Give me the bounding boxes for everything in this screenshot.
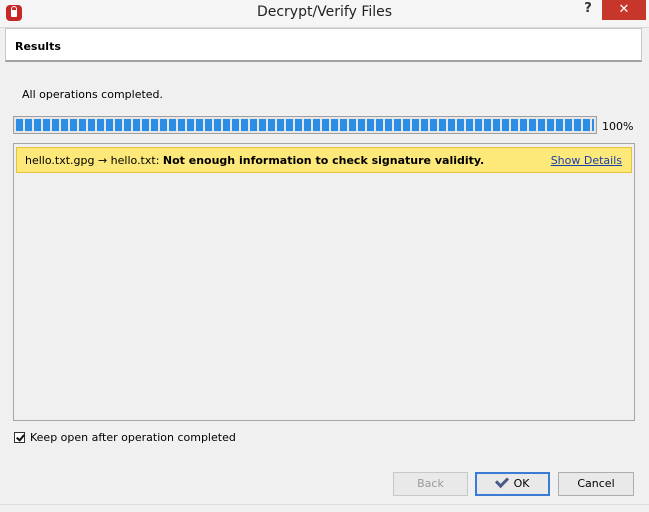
ok-button[interactable]: OK — [475, 472, 550, 496]
results-list: hello.txt.gpg → hello.txt: Not enough in… — [13, 143, 635, 421]
result-row: hello.txt.gpg → hello.txt: Not enough in… — [16, 147, 632, 173]
result-message: Not enough information to check signatur… — [162, 154, 485, 167]
ok-button-label: OK — [513, 477, 530, 490]
status-text: All operations completed. — [22, 88, 164, 101]
cancel-button[interactable]: Cancel — [558, 472, 634, 496]
result-files: hello.txt.gpg → hello.txt: — [25, 154, 163, 167]
help-button[interactable]: ? — [578, 1, 598, 21]
progress-bar — [13, 116, 597, 134]
window-title: Decrypt/Verify Files — [256, 4, 393, 20]
back-button[interactable]: Back — [393, 472, 468, 496]
checkmark-icon — [494, 473, 509, 489]
close-button[interactable]: ✕ — [602, 0, 646, 20]
header-panel: Results — [5, 28, 642, 62]
keep-open-option[interactable]: Keep open after operation completed — [14, 431, 236, 444]
progress-percent: 100% — [602, 120, 634, 133]
cancel-button-label: Cancel — [577, 477, 615, 490]
back-button-label: Back — [417, 477, 444, 490]
show-details-link[interactable]: Show Details — [551, 154, 622, 167]
keep-open-label: Keep open after operation completed — [30, 431, 236, 444]
progress-fill — [16, 119, 594, 131]
title-bar: Decrypt/Verify Files ? ✕ — [0, 0, 649, 28]
bottom-divider — [0, 504, 649, 505]
keep-open-checkbox[interactable] — [14, 432, 25, 443]
page-title: Results — [15, 40, 61, 53]
result-text: hello.txt.gpg → hello.txt: Not enough in… — [25, 154, 484, 167]
